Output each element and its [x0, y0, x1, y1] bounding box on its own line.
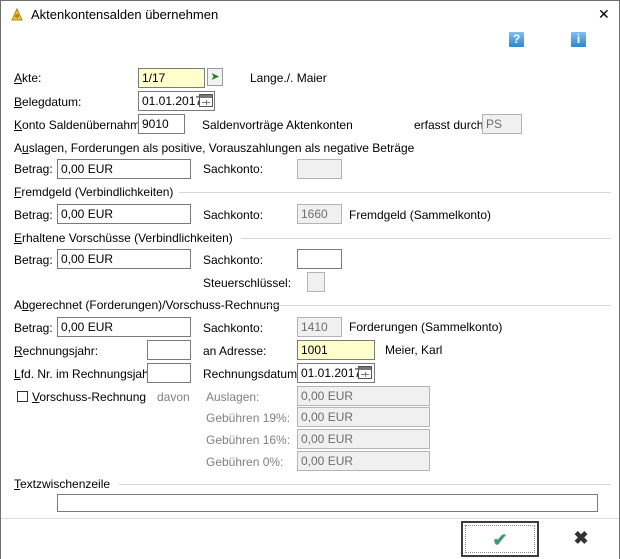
- abgerechnet-sachkonto-label: Sachkonto:: [203, 321, 264, 335]
- section-vorschuesse-line: [241, 238, 611, 239]
- rechnungsjahr-input[interactable]: [147, 340, 191, 360]
- section-fremdgeld-line: [179, 192, 611, 193]
- cancel-button[interactable]: ✖: [543, 521, 619, 557]
- akte-label: Akte:: [14, 71, 42, 85]
- auslagen-betrag-label: Betrag:: [14, 162, 53, 176]
- calendar-icon[interactable]: [199, 94, 213, 107]
- section-abgerechnet: Abgerechnet (Forderungen)/Vorschuss-Rech…: [14, 298, 280, 312]
- gebuehren19-label: Gebühren 19%:: [206, 411, 291, 425]
- vorschuesse-betrag-label: Betrag:: [14, 253, 53, 267]
- vorschuesse-sachkonto-label: Sachkonto:: [203, 253, 264, 267]
- abgerechnet-betrag-label: Betrag:: [14, 321, 53, 335]
- fremdgeld-betrag-label: Betrag:: [14, 208, 53, 222]
- davon-label: davon: [157, 390, 190, 404]
- cross-icon: ✖: [573, 528, 589, 548]
- gebuehren16-input: 0,00 EUR: [297, 429, 430, 449]
- fremdgeld-betrag-input[interactable]: 0,00 EUR: [57, 204, 191, 224]
- rechnungsjahr-label: Rechnungsjahr:: [14, 344, 99, 358]
- vorschuesse-sachkonto-input[interactable]: [297, 249, 342, 269]
- section-textzeile-line: [119, 484, 611, 485]
- vorschuss-checkbox[interactable]: [17, 391, 28, 402]
- lfd-nr-label: Lfd. Nr. im Rechnungsjahr:: [14, 367, 157, 381]
- abgerechnet-sachkonto-input: 1410: [297, 317, 342, 337]
- auslagen-betrag-input[interactable]: 0,00 EUR: [57, 159, 191, 179]
- vorschuesse-betrag-input[interactable]: 0,00 EUR: [57, 249, 191, 269]
- auslagen-sub-input: 0,00 EUR: [297, 386, 430, 406]
- konto-text: Saldenvorträge Aktenkonten: [202, 118, 353, 132]
- fremdgeld-sachkonto-input: 1660: [297, 204, 342, 224]
- auslagen-sub-label: Auslagen:: [206, 390, 260, 404]
- abgerechnet-sachkonto-text: Forderungen (Sammelkonto): [349, 320, 503, 334]
- erfasst-label: erfasst durch:: [414, 118, 487, 132]
- adresse-text: Meier, Karl: [385, 343, 443, 357]
- akte-name: Lange./. Maier: [250, 71, 327, 85]
- close-icon[interactable]: ✕: [598, 7, 610, 21]
- window-title: Aktenkontensalden übernehmen: [31, 7, 219, 22]
- erfasst-input: PS: [482, 114, 522, 134]
- flag-icon[interactable]: ➤: [207, 68, 223, 86]
- calendar-icon[interactable]: [358, 366, 372, 379]
- section-textzeile: Textzwischenzeile: [14, 477, 111, 491]
- konto-label: Konto Saldenübernahme:: [14, 118, 151, 132]
- akte-input[interactable]: 1/17: [138, 68, 205, 88]
- gebuehren16-label: Gebühren 16%:: [206, 433, 291, 447]
- gebuehren0-label: Gebühren 0%:: [206, 455, 284, 469]
- abgerechnet-betrag-input[interactable]: 0,00 EUR: [57, 317, 191, 337]
- gebuehren0-input: 0,00 EUR: [297, 451, 430, 471]
- steuer-input: [307, 272, 325, 292]
- lfd-nr-input[interactable]: [147, 363, 191, 383]
- checkmark-icon: ✔: [492, 530, 508, 550]
- rechnungsdatum-label: Rechnungsdatum:: [203, 367, 301, 381]
- auslagen-sachkonto-label: Sachkonto:: [203, 162, 264, 176]
- vorschuss-label[interactable]: Vorschuss-Rechnung: [32, 390, 146, 404]
- ok-button[interactable]: ✔: [461, 521, 539, 557]
- info-icon[interactable]: i: [571, 32, 586, 47]
- section-vorschuesse: Erhaltene Vorschüsse (Verbindlichkeiten): [14, 231, 233, 245]
- gebuehren19-input: 0,00 EUR: [297, 407, 430, 427]
- fremdgeld-sachkonto-text: Fremdgeld (Sammelkonto): [349, 208, 492, 222]
- fremdgeld-sachkonto-label: Sachkonto:: [203, 208, 264, 222]
- dialog-window: Aktenkontensalden übernehmen ✕ ? i Akte:…: [0, 0, 620, 559]
- konto-input[interactable]: 9010: [138, 114, 185, 134]
- adresse-input[interactable]: 1001: [297, 340, 375, 360]
- steuer-label: Steuerschlüssel:: [203, 276, 292, 290]
- auslagen-sachkonto-input: [297, 159, 342, 179]
- textzeile-input[interactable]: [57, 494, 598, 512]
- app-icon: [9, 7, 25, 23]
- section-abgerechnet-line: [261, 305, 611, 306]
- belegdatum-label: Belegdatum:: [14, 95, 82, 109]
- adresse-label: an Adresse:: [203, 344, 267, 358]
- help-icon[interactable]: ?: [509, 32, 524, 47]
- section-auslagen: Auslagen, Forderungen als positive, Vora…: [14, 141, 415, 155]
- section-fremdgeld: Fremdgeld (Verbindlichkeiten): [14, 185, 174, 199]
